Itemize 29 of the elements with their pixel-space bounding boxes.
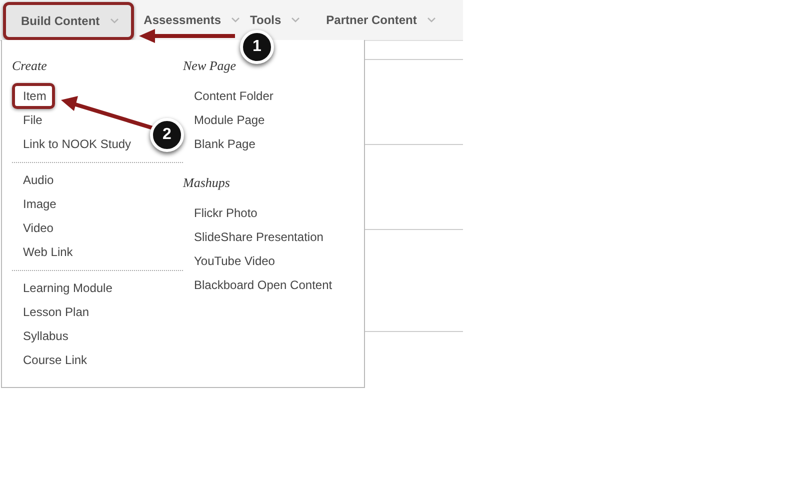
nav-tab[interactable]: Build Content	[3, 2, 134, 40]
menu-item[interactable]: Blackboard Open Content	[194, 276, 332, 294]
nav-tab[interactable]: Tools	[250, 12, 300, 28]
menu-item[interactable]: File	[23, 111, 42, 129]
chevron-down-icon	[231, 17, 240, 23]
menu-item[interactable]: Web Link	[23, 243, 73, 261]
menu-item[interactable]: Learning Module	[23, 279, 112, 297]
menu-item[interactable]: Lesson Plan	[23, 303, 90, 321]
chevron-down-icon	[291, 17, 300, 23]
menu-item[interactable]: Item	[12, 83, 56, 109]
nav-tab[interactable]: Assessments	[144, 12, 240, 28]
menu-item[interactable]: Module Page	[194, 111, 265, 129]
chevron-down-icon	[426, 17, 436, 23]
menu-section-header: Mashups	[183, 174, 230, 192]
menu-item[interactable]: Course Link	[23, 351, 88, 369]
menu-section-header: Create	[12, 57, 47, 75]
menu-item[interactable]: Link to NOOK Study	[23, 135, 132, 153]
chevron-down-icon	[110, 18, 119, 24]
menu-item[interactable]: Audio	[23, 171, 54, 189]
menu-item[interactable]: YouTube Video	[194, 252, 275, 270]
menu-item[interactable]: Video	[23, 219, 54, 237]
menu-item[interactable]: Image	[23, 195, 56, 213]
menu-item[interactable]: Content Folder	[194, 87, 274, 105]
menu-item[interactable]: Flickr Photo	[194, 204, 258, 222]
menu-item[interactable]: Syllabus	[23, 327, 68, 345]
nav-tab[interactable]: Partner Content	[326, 12, 436, 28]
menu-item[interactable]: SlideShare Presentation	[194, 228, 324, 246]
menu-section-header: New Page	[183, 57, 236, 75]
menu-item[interactable]: Blank Page	[194, 135, 256, 153]
